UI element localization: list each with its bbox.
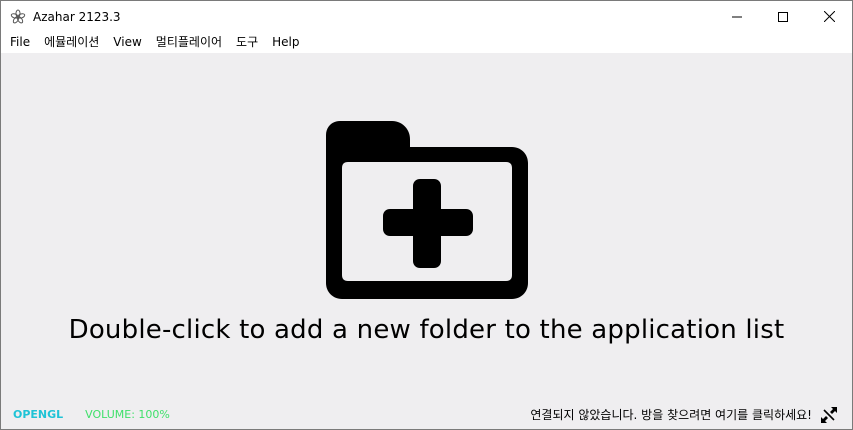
menu-emulation[interactable]: 에뮬레이션 — [37, 32, 106, 53]
title-bar[interactable]: Azahar 2123.3 — [1, 1, 852, 32]
window-title: Azahar 2123.3 — [33, 9, 121, 24]
menu-multiplayer[interactable]: 멀티플레이어 — [149, 32, 229, 53]
menu-tools[interactable]: 도구 — [229, 32, 265, 53]
menu-bar: File 에뮬레이션 View 멀티플레이어 도구 Help — [1, 32, 852, 53]
disconnected-icon[interactable] — [820, 406, 838, 424]
add-folder-icon — [326, 121, 528, 299]
minimize-button[interactable] — [714, 1, 760, 32]
menu-help[interactable]: Help — [265, 32, 306, 53]
status-bar: OPENGL VOLUME: 100% 연결되지 않았습니다. 방을 찾으려면 … — [1, 400, 852, 429]
menu-view[interactable]: View — [106, 32, 148, 53]
add-folder-instruction: Double-click to add a new folder to the … — [68, 315, 785, 345]
graphics-api-status[interactable]: OPENGL — [13, 408, 63, 421]
close-button[interactable] — [806, 1, 852, 32]
application-list-area[interactable]: Double-click to add a new folder to the … — [1, 53, 852, 400]
volume-status[interactable]: VOLUME: 100% — [85, 408, 170, 421]
minimize-icon — [732, 16, 742, 17]
window-controls — [714, 1, 852, 32]
network-status-message[interactable]: 연결되지 않았습니다. 방을 찾으려면 여기를 클릭하세요! — [530, 406, 812, 423]
maximize-icon — [778, 11, 788, 22]
maximize-button[interactable] — [760, 1, 806, 32]
close-icon — [823, 11, 835, 22]
menu-file[interactable]: File — [1, 32, 37, 53]
app-window: Azahar 2123.3 File 에뮬레이션 View 멀티플레이어 도구 … — [0, 0, 853, 430]
azahar-flower-icon — [10, 9, 26, 25]
